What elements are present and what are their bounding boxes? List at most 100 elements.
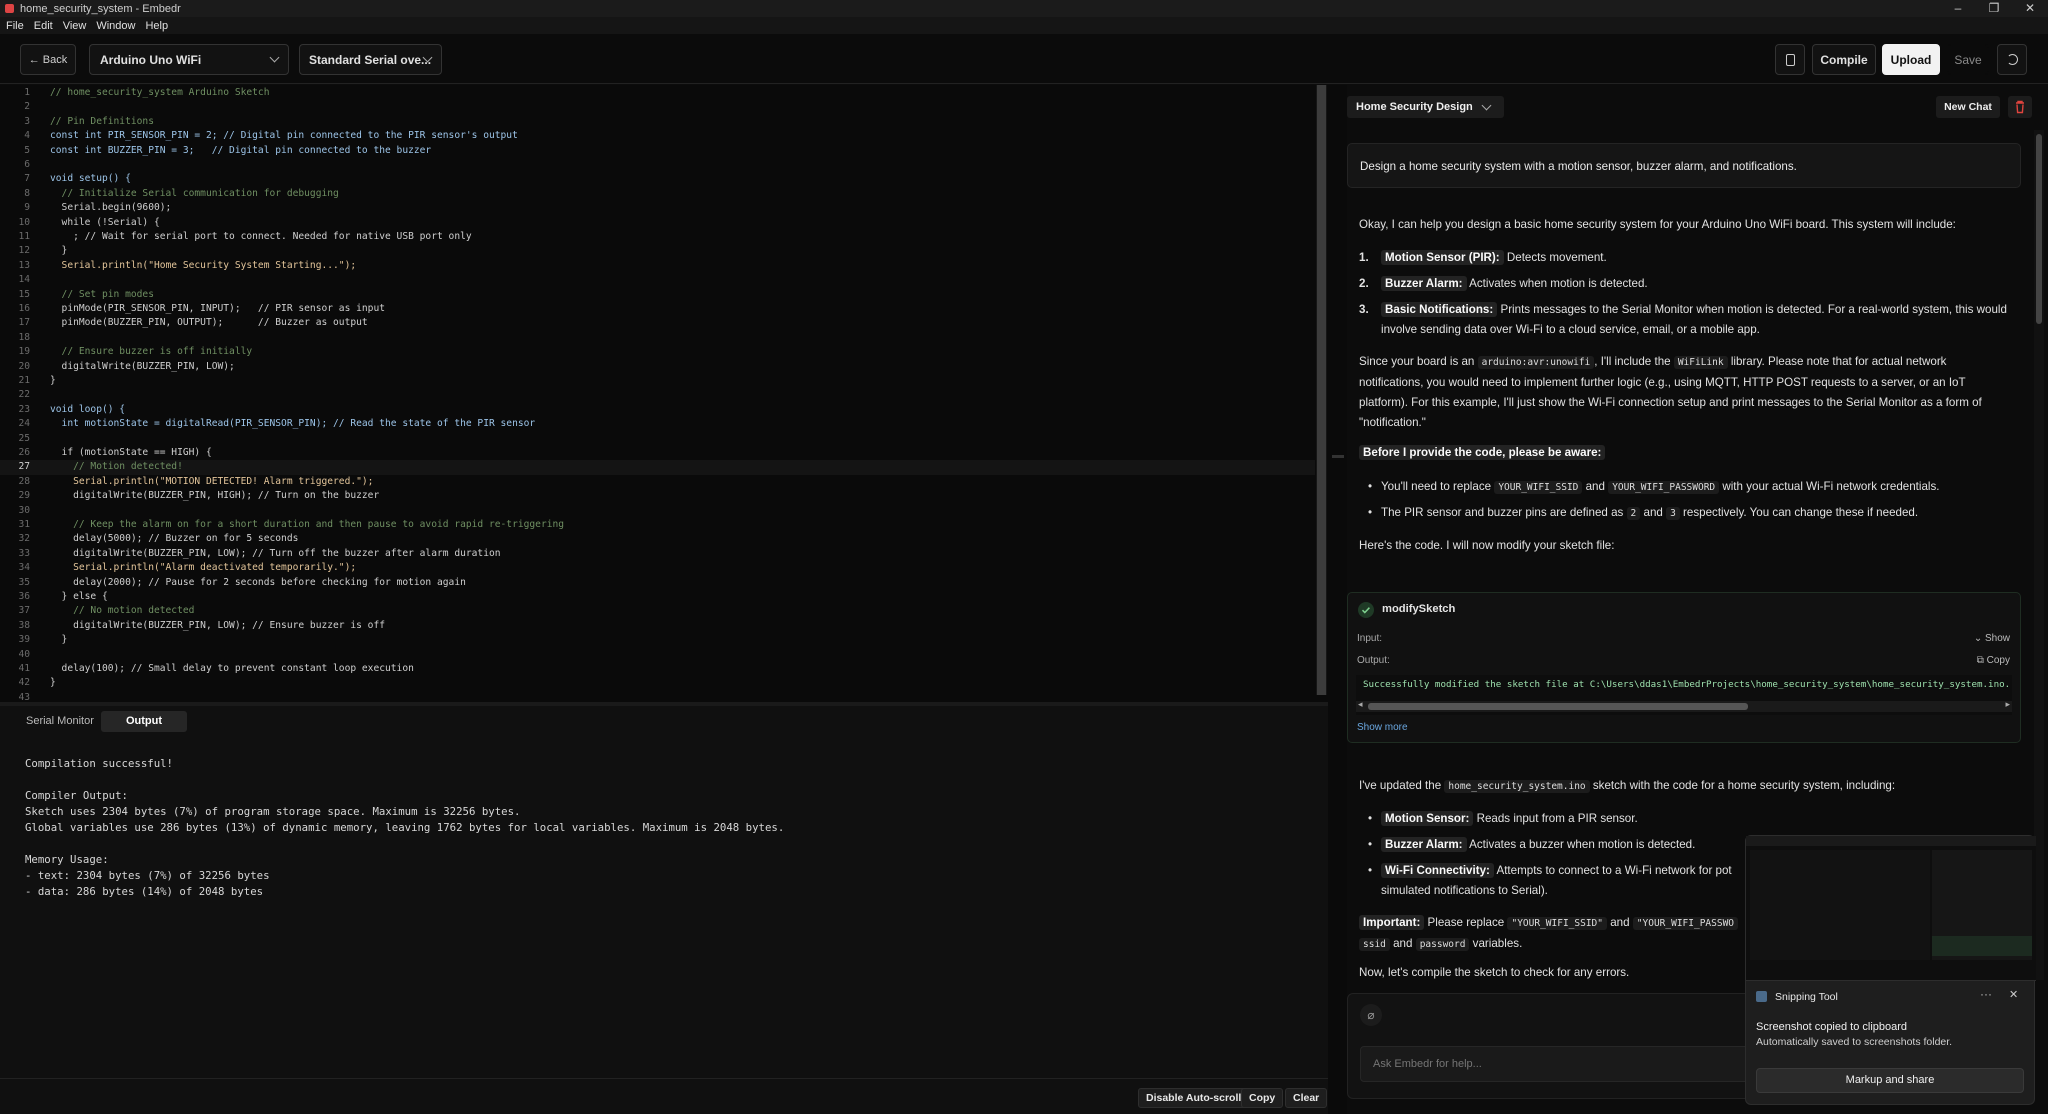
chat-selector[interactable]: Home Security Design [1347,96,1504,118]
code-line[interactable]: 28 Serial.println("MOTION DETECTED! Alar… [0,475,1315,489]
code-line[interactable]: 41 delay(100); // Small delay to prevent… [0,662,1315,676]
code-line[interactable]: 6 [0,158,1315,172]
code-line[interactable]: 31 // Keep the alarm on for a short dura… [0,518,1315,532]
tab-serial-monitor[interactable]: Serial Monitor [12,711,108,732]
code-line[interactable]: 36 } else { [0,590,1315,604]
editor-scrollbar-thumb[interactable] [1317,85,1326,695]
close-icon[interactable]: ✕ [2009,988,2018,1001]
app-icon [5,4,14,13]
feature-text: Detects movement. [1503,251,1607,264]
menu-view[interactable]: View [63,20,87,32]
code-line[interactable]: 5 const int BUZZER_PIN = 3; // Digital pi… [0,144,1315,158]
menu-window[interactable]: Window [96,20,135,32]
code-line[interactable]: 34 Serial.println("Alarm deactivated tem… [0,561,1315,575]
menu-file[interactable]: File [6,20,24,32]
code-line[interactable]: 10 while (!Serial) { [0,216,1315,230]
code-line[interactable]: 19 // Ensure buzzer is off initially [0,345,1315,359]
attach-icon[interactable]: ⌀ [1360,1004,1382,1026]
code-line[interactable]: 37 // No motion detected [0,604,1315,618]
delete-chat-button[interactable] [2008,96,2032,118]
code-line[interactable]: 15 // Set pin modes [0,288,1315,302]
clear-output-button[interactable]: Clear [1285,1088,1328,1108]
history-button[interactable] [1997,44,2027,75]
code-line[interactable]: 9 Serial.begin(9600); [0,201,1315,215]
code-line[interactable]: 26 if (motionState == HIGH) { [0,446,1315,460]
more-icon[interactable]: ··· [1980,987,1992,1001]
text-segment: variables. [1469,937,1523,950]
close-icon[interactable]: ✕ [2012,0,2048,17]
code-line[interactable]: 23 void loop() { [0,403,1315,417]
code-line[interactable]: 40 [0,648,1315,662]
line-number: 40 [18,648,30,660]
code-line[interactable]: 33 digitalWrite(BUZZER_PIN, LOW); // Tur… [0,547,1315,561]
ssid-code: "YOUR_WIFI_SSID" [1507,917,1607,930]
disable-autoscroll-button[interactable]: Disable Auto-scroll [1138,1088,1250,1108]
code-line[interactable]: 39 } [0,633,1315,647]
code-line[interactable]: 24 int motionState = digitalRead(PIR_SEN… [0,417,1315,431]
code-line[interactable]: 3 // Pin Definitions [0,115,1315,129]
code-line[interactable]: 35 delay(2000); // Pause for 2 seconds b… [0,576,1315,590]
scrollbar-thumb[interactable] [1368,703,1748,710]
scroll-right-icon[interactable]: ▸ [2005,699,2010,710]
snipping-tool-toast[interactable]: Snipping Tool ··· ✕ Screenshot copied to… [1745,835,2036,1105]
code-line[interactable]: 29 digitalWrite(BUZZER_PIN, HIGH); // Tu… [0,489,1315,503]
maximize-icon[interactable]: ❐ [1976,0,2012,17]
device-button[interactable] [1775,44,1805,75]
bullet: • [1367,838,1373,851]
board-selector[interactable]: Arduino Uno WiFi [89,44,289,75]
code-line[interactable]: 14 [0,273,1315,287]
code-line[interactable]: 38 digitalWrite(BUZZER_PIN, LOW); // Ens… [0,619,1315,633]
code-line[interactable]: 22 [0,388,1315,402]
code-text: void setup() { [50,173,131,185]
tool-show-toggle[interactable]: ⌄ Show [1974,633,2010,644]
back-button[interactable]: ← Back [20,44,76,75]
code-line[interactable]: 25 [0,432,1315,446]
code-line[interactable]: 32 delay(5000); // Buzzer on for 5 secon… [0,532,1315,546]
editor-scrollbar[interactable] [1316,85,1327,695]
tool-copy-button[interactable]: ⧉ Copy [1977,655,2010,666]
compile-button[interactable]: Compile [1812,44,1876,75]
code-line[interactable]: 17 pinMode(BUZZER_PIN, OUTPUT); // Buzze… [0,316,1315,330]
line-number: 17 [18,317,30,329]
code-line[interactable]: 27 // Motion detected! [0,460,1315,475]
code-line[interactable]: 18 [0,331,1315,345]
code-editor[interactable]: 1 // home_security_system Arduino Sketch 2… [0,85,1328,702]
upload-button[interactable]: Upload [1882,44,1940,75]
new-chat-button[interactable]: New Chat [1936,96,2000,118]
menu-edit[interactable]: Edit [34,20,53,32]
feature-title: Motion Sensor (PIR): [1381,250,1504,265]
save-button[interactable]: Save [1947,44,1989,75]
line-number: 39 [18,634,30,646]
code-line[interactable]: 13 Serial.println("Home Security System … [0,259,1315,273]
code-line[interactable]: 8 // Initialize Serial communication for… [0,187,1315,201]
code-line[interactable]: 43 [0,691,1315,702]
port-selector[interactable]: Standard Serial ove... [299,44,442,75]
code-line[interactable]: 4 const int PIR_SENSOR_PIN = 2; // Digita… [0,129,1315,143]
variable-code: ssid [1359,938,1390,951]
screenshot-thumbnail[interactable] [1746,836,2036,981]
code-line[interactable]: 7 void setup() { [0,172,1315,186]
tool-output-scrollbar[interactable]: ◂ ▸ [1356,699,2012,712]
splitter-grip[interactable] [1332,455,1344,458]
code-line[interactable]: 21} [0,374,1315,388]
line-number: 3 [24,115,30,127]
summary-text: Attempts to connect to a Wi-Fi network f… [1493,864,1732,877]
summary-title: Buzzer Alarm: [1381,837,1467,852]
markup-and-share-button[interactable]: Markup and share [1756,1068,2024,1093]
show-more-link[interactable]: Show more [1357,722,1408,733]
scroll-left-icon[interactable]: ◂ [1358,699,1363,710]
tab-output[interactable]: Output [101,711,187,732]
code-line[interactable]: 11 ; // Wait for serial port to connect.… [0,230,1315,244]
minimize-icon[interactable]: – [1940,0,1976,17]
code-line[interactable]: 16 pinMode(PIR_SENSOR_PIN, INPUT); // PI… [0,302,1315,316]
code-line[interactable]: 12 } [0,244,1315,258]
chat-scrollbar-thumb[interactable] [2036,134,2042,324]
vertical-splitter[interactable] [1328,85,1348,1114]
code-line[interactable]: 1 // home_security_system Arduino Sketch [0,86,1315,100]
copy-output-button[interactable]: Copy [1241,1088,1284,1108]
code-line[interactable]: 42} [0,676,1315,690]
code-line[interactable]: 2 [0,100,1315,114]
menu-help[interactable]: Help [145,20,168,32]
code-line[interactable]: 30 [0,504,1315,518]
code-line[interactable]: 20 digitalWrite(BUZZER_PIN, LOW); [0,360,1315,374]
